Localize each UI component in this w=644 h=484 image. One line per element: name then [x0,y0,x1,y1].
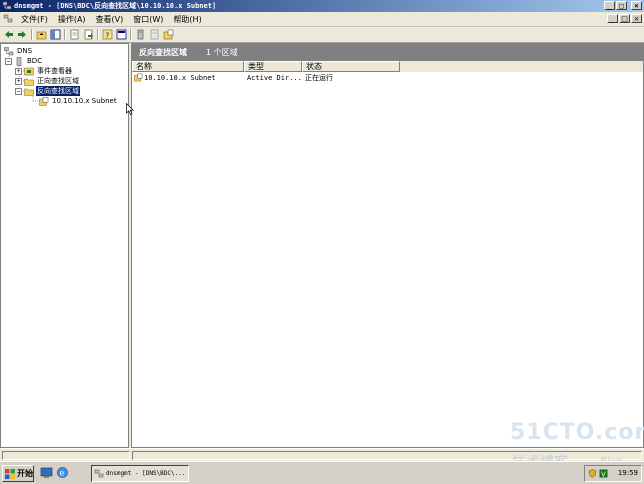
properties-icon[interactable] [69,29,80,40]
tree-node-dns[interactable]: DNS [4,46,33,56]
close-button[interactable]: × [631,1,642,10]
row-name-text: 10.10.10.x Subnet [144,73,216,82]
result-pane-header: 反向查找区域 1 个区域 [132,44,643,61]
minimize-button[interactable]: _ [604,1,615,10]
tree-node-reverse-zones[interactable]: − 反向查找区域 [15,86,80,96]
title-bar[interactable]: dnsmgmt - [DNS\BDC\反向查找区域\10.10.10.x Sub… [0,0,644,12]
result-pane-count: 1 个区域 [206,48,238,57]
folder-icon [24,78,34,86]
antivirus-icon[interactable]: V [599,469,608,478]
status-pane [2,451,130,460]
server-icon[interactable] [135,29,146,40]
mouse-cursor-icon [126,103,134,115]
dns-app-icon [2,1,12,10]
menu-window[interactable]: 窗口(W) [128,14,168,25]
tree-label: 反向查找区域 [36,86,80,96]
server-icon [16,56,22,66]
event-viewer-icon [24,67,34,75]
result-list: 10.10.10.x Subnet Active Dir... 正在运行 [132,72,643,83]
svg-text:V: V [601,471,606,479]
forward-arrow-icon[interactable] [17,29,28,40]
back-arrow-icon[interactable] [3,29,14,40]
collapse-toggle[interactable]: − [5,57,12,65]
folder-open-icon [24,88,34,96]
cell-name: 10.10.10.x Subnet [132,73,244,82]
result-pane-title: 反向查找区域 [139,48,187,57]
watermark-site: 51CTO.com [510,420,644,445]
console-tree[interactable]: DNS − BDC + 事件查看器 + 正向查找区域 − 反向查找区域 10.1… [0,43,129,448]
mdi-restore-button[interactable]: □ [619,14,630,23]
tree-label: BDC [27,57,43,65]
tree-node-forward-zones[interactable]: + 正向查找区域 [15,76,80,86]
tree-label: 事件查看器 [37,67,72,75]
mdi-close-button[interactable]: × [631,14,642,23]
up-folder-icon[interactable] [36,29,47,40]
expand-toggle[interactable]: + [15,77,22,85]
maximize-button[interactable]: □ [616,1,627,10]
tree-node-event-viewer[interactable]: + 事件查看器 [15,66,73,76]
start-label: 开始 [17,469,33,478]
export-list-icon[interactable] [83,29,94,40]
column-status[interactable]: 状态 [302,61,400,72]
dns-icon [4,46,14,55]
show-hide-tree-icon[interactable] [50,29,61,40]
menu-view[interactable]: 查看(V) [91,14,129,25]
table-row[interactable]: 10.10.10.x Subnet Active Dir... 正在运行 [132,72,643,83]
toolbar: ? [0,27,644,43]
taskbar-item-label: dnsmgmt - [DNS\BDC\... [106,470,186,477]
start-button[interactable]: 开始 [2,465,34,482]
tree-label: DNS [17,47,33,55]
toolbar-separator [64,29,66,40]
zone-icon [39,96,49,106]
browser-quicklaunch-icon[interactable]: e [56,466,69,479]
shield-icon[interactable] [588,469,597,478]
svg-text:e: e [60,469,65,478]
toolbar-separator [130,29,132,40]
system-tray: V 19:59 [584,465,642,482]
clock: 19:59 [617,469,638,477]
column-type[interactable]: 类型 [244,61,302,72]
help-icon[interactable]: ? [102,29,113,40]
column-name[interactable]: 名称 [132,61,244,72]
tree-label: 正向查找区域 [37,77,79,85]
cell-status: 正在运行 [305,73,333,82]
desktop-quicklaunch-icon[interactable] [40,466,53,479]
collapse-toggle[interactable]: − [15,87,22,95]
record-icon[interactable] [149,29,160,40]
cell-type: Active Dir... [247,73,302,82]
svg-text:?: ? [106,32,110,40]
menu-file[interactable]: 文件(F) [16,14,53,25]
dns-doc-icon[interactable] [3,14,13,24]
zone-icon [134,73,143,82]
result-pane: 反向查找区域 1 个区域 名称 类型 状态 10.10.10.x Subnet … [131,43,644,448]
tree-label: 10.10.10.x Subnet [52,97,117,105]
menu-help[interactable]: 帮助(H) [168,14,206,25]
tree-node-subnet[interactable]: 10.10.10.x Subnet [39,96,118,106]
windows-flag-icon [5,468,15,479]
tree-node-server[interactable]: − BDC [5,56,43,66]
window-title: dnsmgmt - [DNS\BDC\反向查找区域\10.10.10.x Sub… [14,2,217,10]
refresh-icon[interactable] [116,29,127,40]
mmc-window: dnsmgmt - [DNS\BDC\反向查找区域\10.10.10.x Sub… [0,0,644,462]
taskbar: 开始 e dnsmgmt - [DNS\BDC\... V 19:59 [0,461,644,484]
toolbar-separator [97,29,99,40]
menu-action[interactable]: 操作(A) [53,14,91,25]
expand-toggle[interactable]: + [15,67,22,75]
new-zone-icon[interactable] [163,29,174,40]
toolbar-separator [31,29,33,40]
column-header: 名称 类型 状态 [132,61,643,72]
mdi-minimize-button[interactable]: _ [607,14,618,23]
dns-app-icon [94,469,104,477]
menu-bar: 文件(F) 操作(A) 查看(V) 窗口(W) 帮助(H) _ □ × [0,12,644,27]
taskbar-item-dnsmgmt[interactable]: dnsmgmt - [DNS\BDC\... [91,465,189,482]
